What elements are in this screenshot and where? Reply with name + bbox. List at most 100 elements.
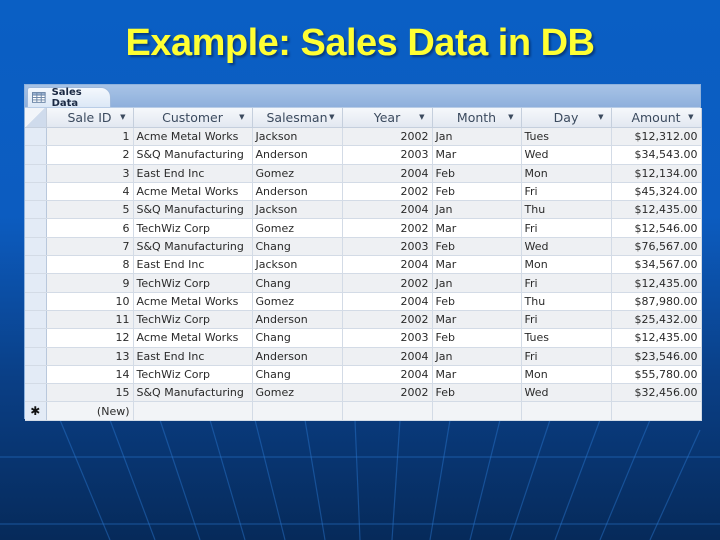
cell-day[interactable]: Fri <box>521 218 612 238</box>
cell-salesman[interactable]: Chang <box>252 365 343 385</box>
cell-customer[interactable]: S&Q Manufacturing <box>133 383 253 403</box>
column-header-amount[interactable]: Amount ▼ <box>611 108 702 128</box>
cell-sale-id[interactable]: 2 <box>46 145 134 165</box>
table-row[interactable]: 10 Acme Metal Works Gomez 2004 Feb Thu $87,980… <box>25 292 702 311</box>
cell-salesman[interactable]: Chang <box>252 273 343 293</box>
cell-month[interactable]: Feb <box>432 237 522 257</box>
cell-sale-id[interactable]: 13 <box>46 347 134 366</box>
cell-salesman[interactable]: Gomez <box>252 383 343 403</box>
table-row[interactable]: 6 TechWiz Corp Gomez 2002 Mar Fri $12,546.00 <box>25 218 702 238</box>
cell-salesman[interactable]: Anderson <box>252 347 343 366</box>
cell-customer[interactable]: East End Inc <box>133 164 253 183</box>
table-row[interactable]: 1 Acme Metal Works Jackson 2002 Jan Tues $12,3… <box>25 127 702 147</box>
cell[interactable] <box>521 401 612 421</box>
cell-day[interactable]: Tues <box>521 328 612 348</box>
cell-customer[interactable]: Acme Metal Works <box>133 127 253 147</box>
record-selector[interactable] <box>25 347 47 366</box>
cell-customer[interactable]: S&Q Manufacturing <box>133 145 253 165</box>
cell-day[interactable]: Wed <box>521 237 612 257</box>
cell-sale-id[interactable]: 15 <box>46 383 134 403</box>
cell-amount[interactable]: $23,546.00 <box>611 347 702 366</box>
cell-month[interactable]: Jan <box>432 347 522 366</box>
record-selector[interactable] <box>25 164 47 183</box>
table-row[interactable]: 4 Acme Metal Works Anderson 2002 Feb Fri $45,3… <box>25 182 702 202</box>
record-selector[interactable] <box>25 292 47 311</box>
cell-day[interactable]: Fri <box>521 310 612 330</box>
cell-amount[interactable]: $25,432.00 <box>611 310 702 330</box>
cell-year[interactable]: 2002 <box>342 273 433 293</box>
cell-customer[interactable]: Acme Metal Works <box>133 182 253 202</box>
column-header-year[interactable]: Year ▼ <box>342 108 433 128</box>
table-row[interactable]: 15 S&Q Manufacturing Gomez 2002 Feb Wed $32,45… <box>25 383 702 403</box>
record-selector[interactable] <box>25 255 47 275</box>
column-header-day[interactable]: Day ▼ <box>521 108 612 128</box>
new-record-selector[interactable]: ✱ <box>25 401 47 421</box>
sort-dropdown-icon[interactable]: ▼ <box>120 113 125 121</box>
cell-day[interactable]: Thu <box>521 200 612 220</box>
cell-amount[interactable]: $12,546.00 <box>611 218 702 238</box>
cell-salesman[interactable]: Jackson <box>252 255 343 275</box>
sort-dropdown-icon[interactable]: ▼ <box>688 113 693 121</box>
cell-month[interactable]: Mar <box>432 365 522 385</box>
cell-salesman[interactable]: Anderson <box>252 145 343 165</box>
tab-sales-data[interactable]: Sales Data <box>27 87 111 109</box>
cell-day[interactable]: Wed <box>521 383 612 403</box>
cell-year[interactable]: 2004 <box>342 292 433 311</box>
cell-customer[interactable]: TechWiz Corp <box>133 310 253 330</box>
cell-amount[interactable]: $12,134.00 <box>611 164 702 183</box>
record-selector[interactable] <box>25 273 47 293</box>
cell-year[interactable]: 2004 <box>342 365 433 385</box>
cell-salesman[interactable]: Gomez <box>252 164 343 183</box>
cell-day[interactable]: Mon <box>521 164 612 183</box>
cell-amount[interactable]: $12,435.00 <box>611 328 702 348</box>
cell-customer[interactable]: East End Inc <box>133 347 253 366</box>
cell-amount[interactable]: $32,456.00 <box>611 383 702 403</box>
table-row[interactable]: 7 S&Q Manufacturing Chang 2003 Feb Wed $76,567… <box>25 237 702 257</box>
record-selector[interactable] <box>25 365 47 385</box>
cell-customer[interactable]: TechWiz Corp <box>133 218 253 238</box>
sort-dropdown-icon[interactable]: ▼ <box>419 113 424 121</box>
new-record-row[interactable]: ✱ (New) <box>25 401 702 421</box>
table-row[interactable]: 11 TechWiz Corp Anderson 2002 Mar Fri $25,432.… <box>25 310 702 330</box>
cell-month[interactable]: Mar <box>432 255 522 275</box>
cell[interactable] <box>611 401 702 421</box>
cell-day[interactable]: Tues <box>521 127 612 147</box>
cell-year[interactable]: 2002 <box>342 383 433 403</box>
cell-year[interactable]: 2002 <box>342 310 433 330</box>
column-header-month[interactable]: Month ▼ <box>432 108 522 128</box>
cell-year[interactable]: 2002 <box>342 127 433 147</box>
cell-day[interactable]: Mon <box>521 365 612 385</box>
sort-dropdown-icon[interactable]: ▼ <box>329 113 334 121</box>
cell-day[interactable]: Fri <box>521 273 612 293</box>
cell-day[interactable]: Mon <box>521 255 612 275</box>
cell-sale-id[interactable]: 4 <box>46 182 134 202</box>
cell-sale-id[interactable]: 5 <box>46 200 134 220</box>
cell-day[interactable]: Fri <box>521 347 612 366</box>
record-selector[interactable] <box>25 200 47 220</box>
cell-amount[interactable]: $76,567.00 <box>611 237 702 257</box>
column-header-sale-id[interactable]: Sale ID ▼ <box>46 108 134 128</box>
cell-sale-id[interactable]: 11 <box>46 310 134 330</box>
cell-sale-id[interactable]: 14 <box>46 365 134 385</box>
table-row[interactable]: 2 S&Q Manufacturing Anderson 2003 Mar Wed $34,… <box>25 145 702 165</box>
cell-customer[interactable]: S&Q Manufacturing <box>133 237 253 257</box>
cell-amount[interactable]: $45,324.00 <box>611 182 702 202</box>
cell-sale-id[interactable]: 12 <box>46 328 134 348</box>
cell-salesman[interactable]: Jackson <box>252 200 343 220</box>
cell-sale-id[interactable]: 1 <box>46 127 134 147</box>
sort-dropdown-icon[interactable]: ▼ <box>508 113 513 121</box>
cell-sale-id[interactable]: 8 <box>46 255 134 275</box>
cell-month[interactable]: Jan <box>432 200 522 220</box>
cell-month[interactable]: Jan <box>432 127 522 147</box>
cell-customer[interactable]: East End Inc <box>133 255 253 275</box>
column-header-salesman[interactable]: Salesman ▼ <box>252 108 343 128</box>
cell-customer[interactable]: TechWiz Corp <box>133 365 253 385</box>
cell-salesman[interactable]: Chang <box>252 237 343 257</box>
record-selector[interactable] <box>25 127 47 147</box>
cell-amount[interactable]: $12,312.00 <box>611 127 702 147</box>
cell-day[interactable]: Wed <box>521 145 612 165</box>
table-row[interactable]: 3 East End Inc Gomez 2004 Feb Mon $12,134.00 <box>25 164 702 183</box>
cell-customer[interactable]: Acme Metal Works <box>133 328 253 348</box>
cell-salesman[interactable]: Chang <box>252 328 343 348</box>
cell-month[interactable]: Feb <box>432 164 522 183</box>
